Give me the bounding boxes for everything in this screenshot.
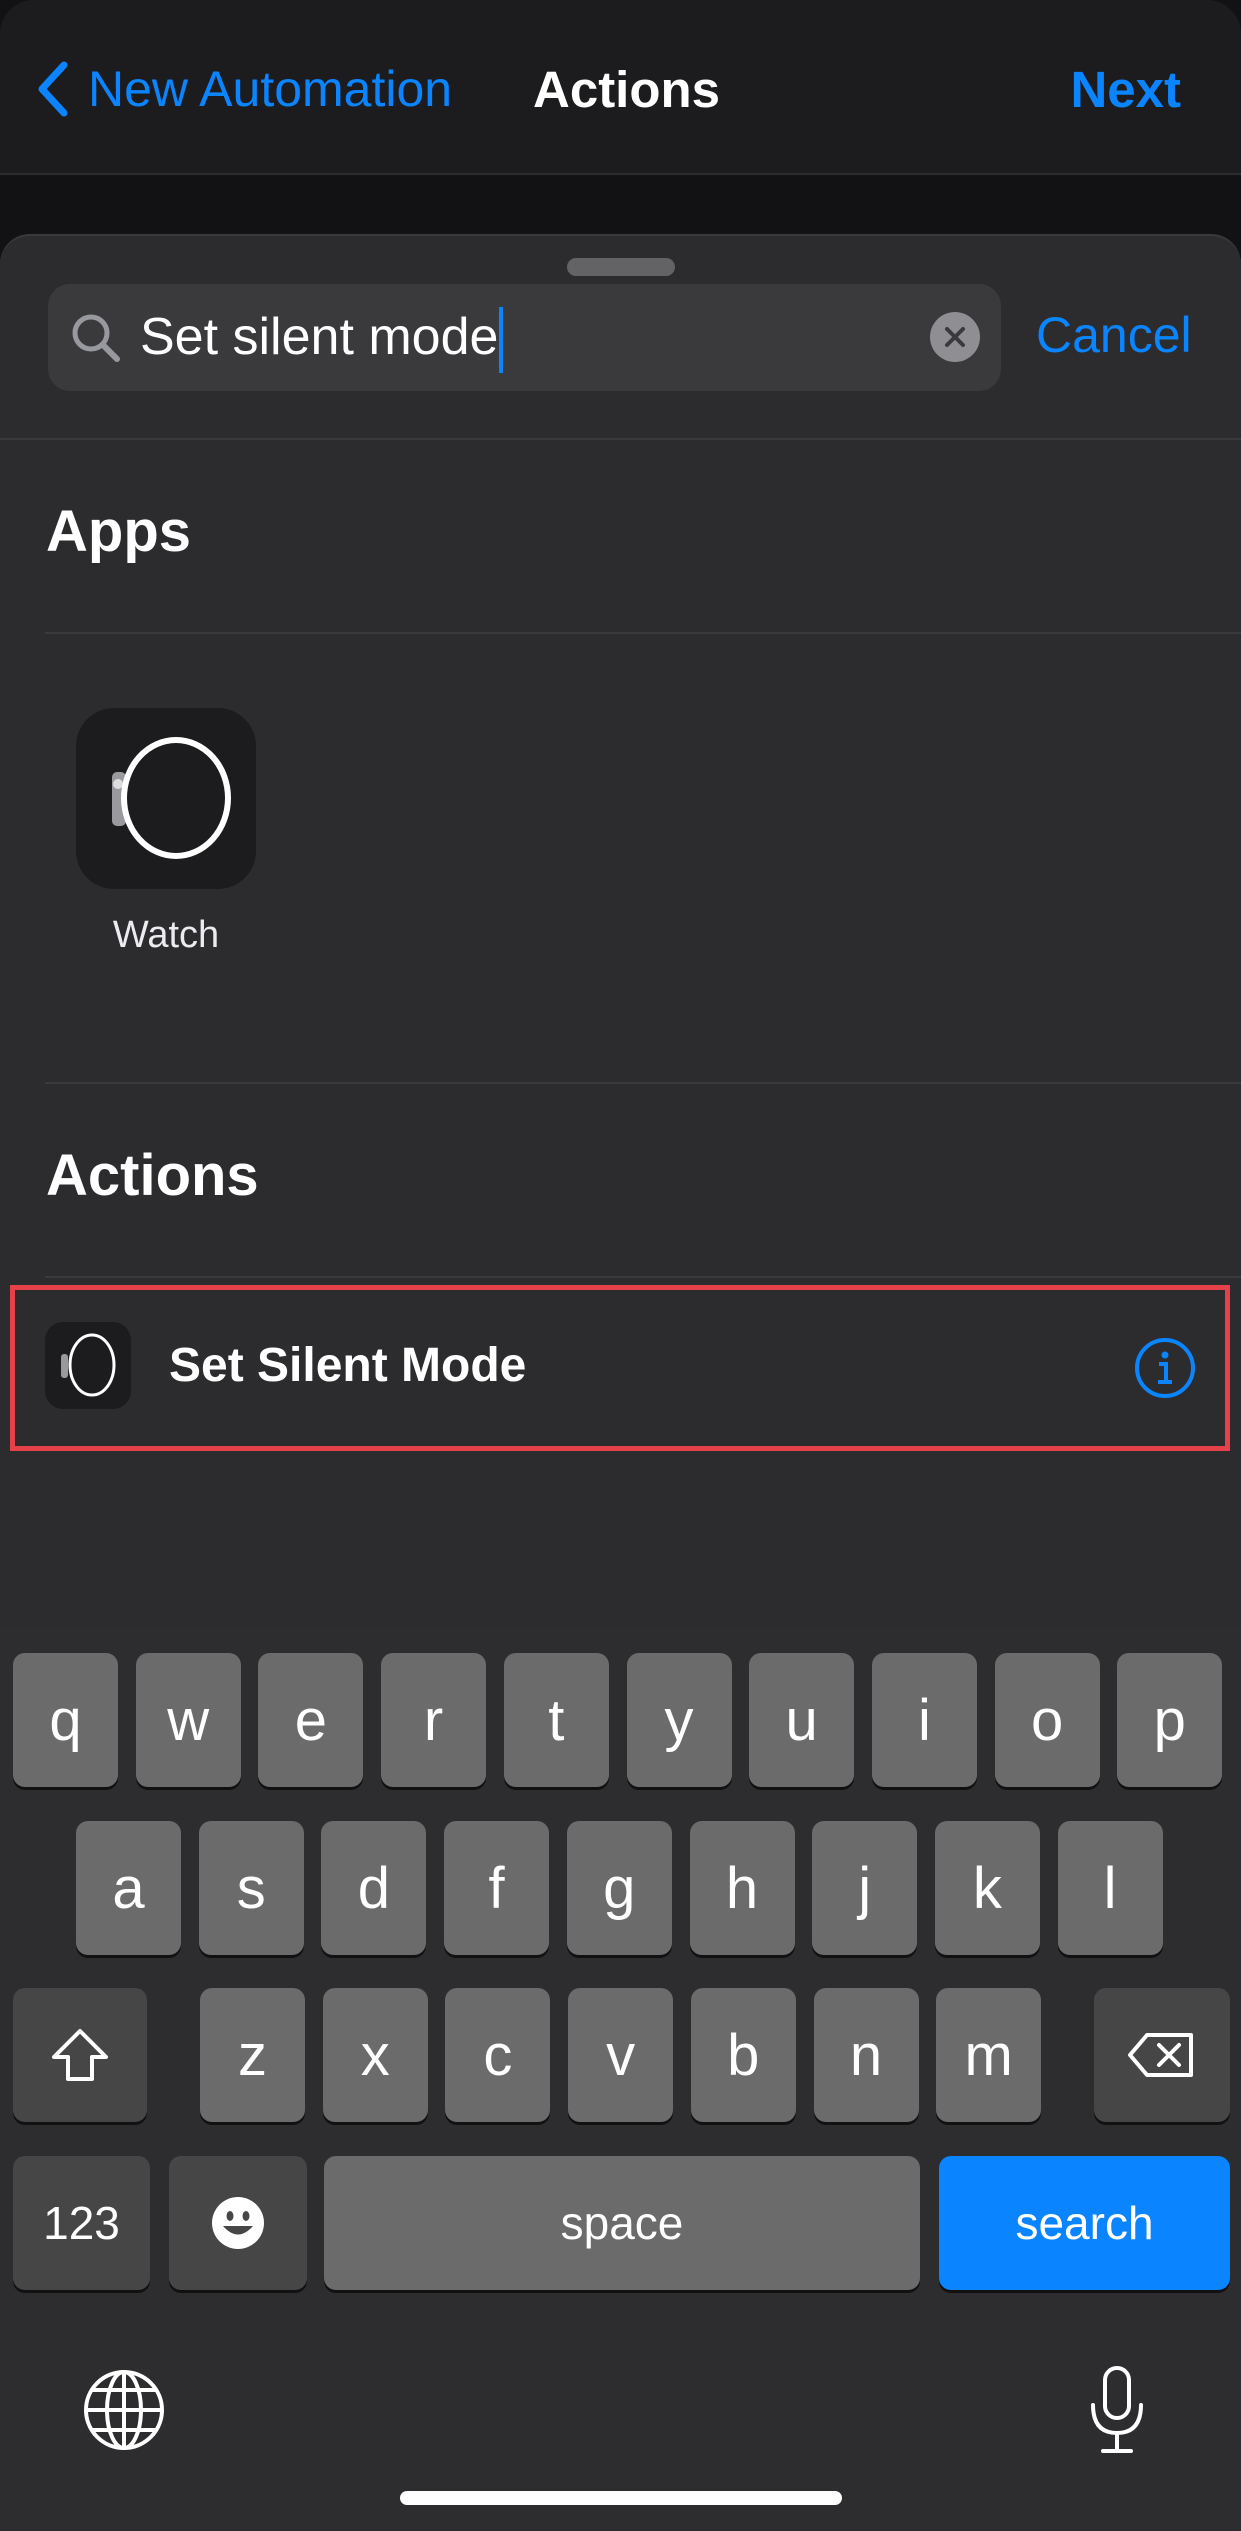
search-field[interactable]: Set silent mode xyxy=(48,284,1001,391)
key-b[interactable]: b xyxy=(690,1988,796,2122)
shift-icon xyxy=(52,2029,108,2081)
divider xyxy=(45,1082,1241,1084)
action-row-set-silent-mode[interactable]: Set Silent Mode xyxy=(10,1285,1230,1451)
globe-icon[interactable] xyxy=(82,2368,166,2452)
navigation-bar: New Automation Actions Next xyxy=(0,0,1241,175)
key-i[interactable]: i xyxy=(871,1653,977,1787)
search-input[interactable]: Set silent mode xyxy=(140,306,504,374)
key-t[interactable]: t xyxy=(503,1653,609,1787)
watch-icon xyxy=(45,1322,131,1409)
key-o[interactable]: o xyxy=(994,1653,1100,1787)
key-k[interactable]: k xyxy=(934,1821,1040,1955)
key-e[interactable]: e xyxy=(258,1653,364,1787)
sheet-grabber[interactable] xyxy=(567,258,675,276)
delete-key[interactable] xyxy=(1094,1988,1230,2122)
key-w[interactable]: w xyxy=(135,1653,241,1787)
divider xyxy=(0,438,1241,440)
actions-header: Actions xyxy=(46,1143,259,1208)
key-q[interactable]: q xyxy=(13,1653,118,1787)
key-s[interactable]: s xyxy=(198,1821,304,1955)
next-button[interactable]: Next xyxy=(1070,60,1181,119)
key-r[interactable]: r xyxy=(381,1653,487,1787)
search-key[interactable]: search xyxy=(939,2156,1230,2290)
home-indicator[interactable] xyxy=(400,2491,842,2505)
key-p[interactable]: p xyxy=(1117,1653,1223,1787)
divider xyxy=(45,1276,1241,1278)
close-icon xyxy=(945,327,965,347)
key-g[interactable]: g xyxy=(566,1821,672,1955)
actions-sheet: Set silent mode Cancel Apps Watch Action… xyxy=(0,234,1241,1634)
info-icon[interactable] xyxy=(1133,1336,1197,1400)
emoji-icon xyxy=(212,2197,264,2249)
watch-icon xyxy=(76,708,256,889)
search-icon xyxy=(72,314,120,362)
apps-header: Apps xyxy=(46,499,191,564)
divider xyxy=(45,632,1241,634)
cancel-button[interactable]: Cancel xyxy=(1036,306,1192,364)
key-n[interactable]: n xyxy=(813,1988,919,2122)
chevron-left-icon xyxy=(38,61,68,117)
space-key[interactable]: space xyxy=(324,2156,920,2290)
key-j[interactable]: j xyxy=(812,1821,918,1955)
key-m[interactable]: m xyxy=(936,1988,1042,2122)
app-label: Watch xyxy=(112,914,220,956)
emoji-key[interactable] xyxy=(169,2156,307,2290)
delete-icon xyxy=(1128,2033,1193,2077)
key-h[interactable]: h xyxy=(689,1821,795,1955)
numbers-key[interactable]: 123 xyxy=(13,2156,150,2290)
key-z[interactable]: z xyxy=(200,1988,305,2122)
keyboard: qwertyuiop asdfghjkl zxcvbnm 123 space s… xyxy=(0,1627,1241,2531)
key-y[interactable]: y xyxy=(626,1653,732,1787)
app-item-watch[interactable]: Watch xyxy=(60,708,270,978)
key-u[interactable]: u xyxy=(749,1653,855,1787)
key-f[interactable]: f xyxy=(444,1821,550,1955)
clear-search-button[interactable] xyxy=(930,312,980,362)
key-a[interactable]: a xyxy=(76,1821,181,1955)
text-cursor xyxy=(499,307,504,374)
key-d[interactable]: d xyxy=(321,1821,427,1955)
key-v[interactable]: v xyxy=(568,1988,674,2122)
back-label: New Automation xyxy=(88,61,453,117)
action-label: Set Silent Mode xyxy=(169,1339,527,1392)
page-title: Actions xyxy=(533,61,721,118)
key-x[interactable]: x xyxy=(322,1988,428,2122)
shift-key[interactable] xyxy=(13,1988,147,2122)
back-button[interactable]: New Automation xyxy=(36,60,452,118)
key-c[interactable]: c xyxy=(445,1988,551,2122)
key-l[interactable]: l xyxy=(1057,1821,1163,1955)
microphone-icon[interactable] xyxy=(1087,2365,1147,2455)
